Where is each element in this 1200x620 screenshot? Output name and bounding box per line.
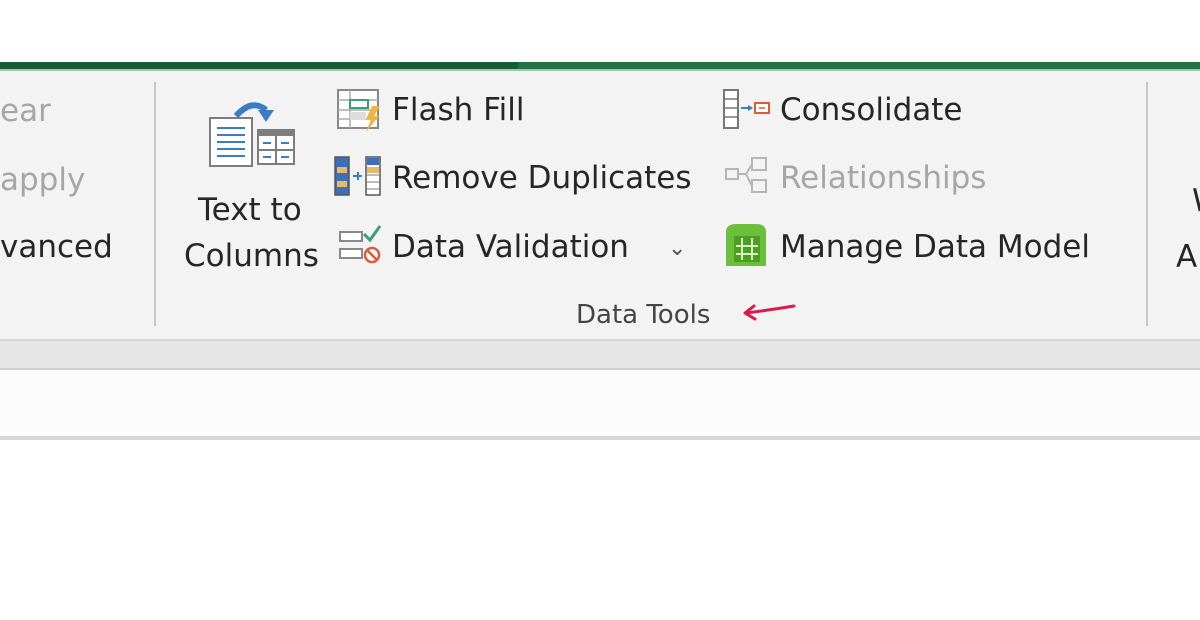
remove-duplicates-icon [334,156,381,196]
advanced-button[interactable]: vanced [0,232,113,263]
active-tab-indicator [0,62,518,69]
right-group-label-line1: W [1192,186,1200,217]
formula-bar-border [0,436,1200,440]
clear-button[interactable]: ear [0,96,51,127]
remove-duplicates-label: Remove Duplicates [392,160,692,196]
group-separator [1146,82,1148,326]
title-bar-strip [0,62,1200,69]
ribbon-bottom-band [0,339,1200,370]
consolidate-label: Consolidate [780,92,963,128]
reapply-button[interactable]: apply [0,165,85,196]
right-group-button[interactable]: A [1176,242,1197,273]
consolidate-icon [723,89,770,129]
relationships-label: Relationships [780,160,987,196]
relationships-icon [725,157,767,193]
text-to-columns-icon [209,102,295,167]
formula-bar[interactable] [0,370,1200,438]
annotation-arrow-icon [743,304,796,321]
data-validation-label: Data Validation [392,229,629,265]
data-model-icon [726,224,766,266]
data-validation-dropdown-chevron-icon[interactable]: ⌄ [668,236,686,261]
group-separator [154,82,156,326]
text-to-columns-label-line2: Columns [184,238,319,274]
manage-data-model-label: Manage Data Model [780,229,1090,265]
data-tools-group-label: Data Tools [576,300,711,330]
text-to-columns-label-line1: Text to [198,192,302,228]
flash-fill-label: Flash Fill [392,92,525,128]
flash-fill-icon [337,89,380,132]
ribbon [0,71,1200,339]
data-validation-icon [339,225,382,264]
